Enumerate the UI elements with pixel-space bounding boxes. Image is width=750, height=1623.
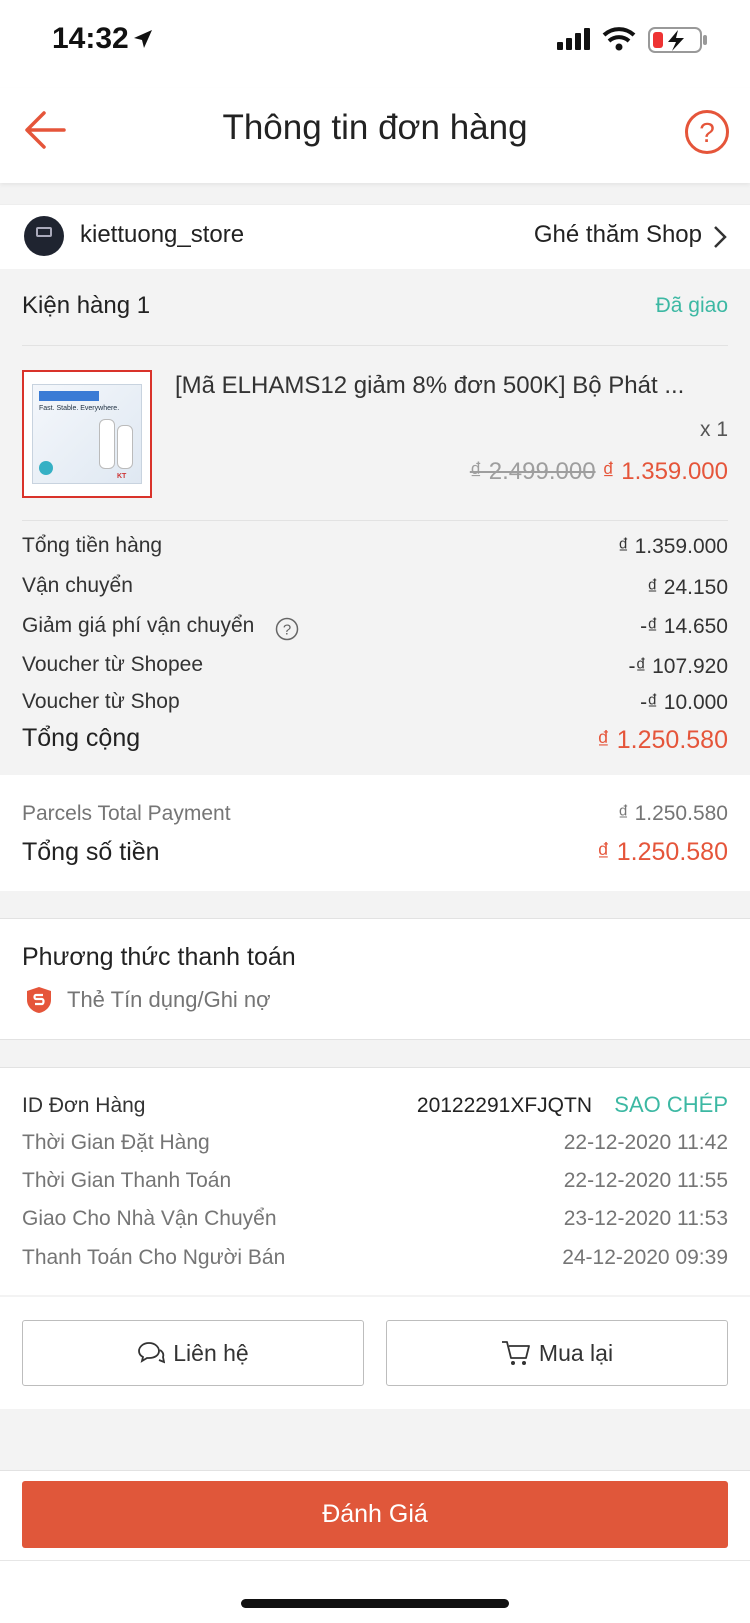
page-title: Thông tin đơn hàng [222,108,528,147]
help-icon[interactable]: ? [684,109,730,155]
divider [22,345,728,346]
svg-text:?: ? [283,622,291,639]
grand-total-value: ₫ 1.250.580 [597,838,728,866]
divider [0,1560,750,1561]
shop-avatar [24,216,64,256]
rate-button[interactable]: Đánh Giá [22,1481,728,1548]
home-indicator[interactable] [241,1599,509,1608]
copy-button[interactable]: SAO CHÉP [614,1092,728,1118]
order-info-value: 24-12-2020 09:39 [562,1246,728,1269]
shield-card-icon [27,987,51,1013]
order-info-label: Thời Gian Thanh Toán [22,1169,232,1192]
summary-value: ₫ 1.359.000 [617,535,728,558]
location-arrow-icon [134,30,152,48]
order-info-value: 23-12-2020 11:53 [563,1207,728,1230]
signal-icon [557,28,590,50]
battery-charging-icon [648,27,707,53]
svg-text:?: ? [699,117,715,148]
product-price-group: ₫ 2.499.000 ₫ 1.359.000 [470,458,728,486]
parcels-total-label: Parcels Total Payment [22,802,231,825]
cart-icon [501,1341,530,1365]
payment-totals-card [0,775,750,891]
info-question-icon[interactable]: ? [275,617,299,641]
parcel-title: Kiện hàng 1 [22,292,151,319]
product-quantity: x 1 [699,418,728,441]
summary-value: -₫ 107.920 [628,655,728,678]
shop-name: kiettuong_store [80,221,245,248]
wifi-icon [602,27,636,51]
sale-price: ₫ 1.359.000 [602,458,728,485]
order-id-value: 20122291XFJQTN [416,1094,592,1117]
divider [22,520,728,521]
parcel-status: Đã giao [655,294,728,317]
payment-method-title: Phương thức thanh toán [22,943,296,971]
order-info-label: Giao Cho Nhà Vận Chuyển [22,1207,277,1230]
summary-value: -₫ 10.000 [640,691,728,714]
summary-label: Tổng tiền hàng [22,534,163,557]
summary-value: ₫ 24.150 [647,576,728,599]
summary-label: Vận chuyển [22,574,133,597]
contact-label: Liên hệ [173,1339,249,1366]
order-info-value: 22-12-2020 11:42 [563,1131,728,1154]
summary-label: Giảm giá phí vận chuyển [22,614,255,637]
order-id-label: ID Đơn Hàng [22,1094,146,1117]
summary-value: -₫ 14.650 [640,615,728,638]
product-image[interactable]: Fast. Stable. Everywhere. KT [22,370,152,498]
visit-shop-link[interactable]: Ghé thăm Shop [534,221,702,249]
chevron-right-icon [714,226,727,248]
summary-total-value: ₫ 1.250.580 [597,726,728,754]
product-name[interactable]: [Mã ELHAMS12 giảm 8% đơn 500K] Bộ Phát .… [175,372,715,400]
status-time: 14:32 [52,22,129,55]
original-price: ₫ 2.499.000 [469,458,596,485]
buy-again-label: Mua lại [538,1339,614,1366]
payment-method-value: Thẻ Tín dụng/Ghi nợ [67,987,271,1012]
parcels-total-value: ₫ 1.250.580 [617,802,728,825]
grand-total-label: Tổng số tiền [22,838,160,866]
order-info-label: Thanh Toán Cho Người Bán [22,1246,286,1269]
contact-button[interactable]: Liên hệ [22,1320,364,1386]
summary-total-label: Tổng cộng [22,724,141,752]
summary-label: Voucher từ Shop [22,690,180,713]
buy-again-button[interactable]: Mua lại [386,1320,728,1386]
payment-method-card [0,918,750,1040]
order-info-label: Thời Gian Đặt Hàng [22,1131,210,1154]
order-info-value: 22-12-2020 11:55 [563,1169,728,1192]
summary-label: Voucher từ Shopee [22,653,204,676]
chat-icon [138,1342,166,1364]
